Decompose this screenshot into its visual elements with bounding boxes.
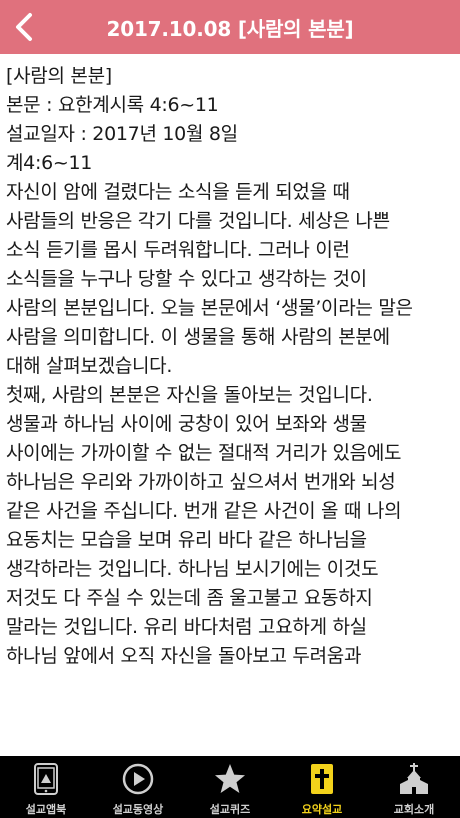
text-line: 계4:6~11 bbox=[6, 152, 93, 174]
text-line: 사람들의 반응은 각기 다를 것입니다. 세상은 나쁜 bbox=[6, 210, 390, 232]
text-line: 사이에는 가까이할 수 없는 절대적 거리가 있음에도 bbox=[6, 442, 402, 464]
text-line: 저것도 다 주실 수 있는데 좀 울고불고 요동하지 bbox=[6, 587, 373, 609]
text-line: 하나님은 우리와 가까이하고 싶으셔서 번개와 뇌성 bbox=[6, 471, 396, 493]
text-line: 본문 : 요한계시록 4:6~11 bbox=[6, 94, 219, 116]
phone-book-icon bbox=[34, 763, 58, 795]
page-title: 2017.10.08 [사람의 본분] bbox=[106, 16, 354, 41]
back-button[interactable] bbox=[6, 9, 42, 45]
text-line: 사람의 본분입니다. 오늘 본문에서 ‘생물’이라는 말은 bbox=[6, 297, 413, 319]
text-line: 사람을 의미합니다. 이 생물을 통해 사람의 본분에 bbox=[6, 326, 390, 348]
tab-summary-sermon[interactable]: 요약설교 bbox=[276, 756, 368, 818]
text-line: 소식 듣기를 몹시 두려워합니다. 그러나 이런 bbox=[6, 239, 350, 261]
text-line: 자신이 암에 걸렸다는 소식을 듣게 되었을 때 bbox=[6, 181, 350, 203]
tab-label: 설교퀴즈 bbox=[209, 803, 251, 816]
tab-label: 설교동영상 bbox=[112, 803, 164, 816]
tab-church-intro[interactable]: 교회소개 bbox=[368, 756, 460, 818]
tab-label: 설교앱북 bbox=[25, 803, 67, 816]
text-line: 요동치는 모습을 보며 유리 바다 같은 하나님을 bbox=[6, 529, 367, 551]
text-line: [사람의 본분] bbox=[6, 65, 112, 87]
text-line: 설교일자 : 2017년 10월 8일 bbox=[6, 123, 238, 145]
chevron-left-icon bbox=[16, 13, 32, 41]
bottom-tab-bar: 설교앱북 설교동영상 설교퀴즈 요약설교 교회소개 bbox=[0, 756, 460, 818]
text-line: 같은 사건을 주십니다. 번개 같은 사건이 올 때 나의 bbox=[6, 500, 402, 522]
text-line: 생각하라는 것입니다. 하나님 보시기에는 이것도 bbox=[6, 558, 379, 580]
sermon-summary-text[interactable]: [사람의 본분] 본문 : 요한계시록 4:6~11 설교일자 : 2017년 … bbox=[6, 62, 456, 756]
text-line: 말라는 것입니다. 유리 바다처럼 고요하게 하실 bbox=[6, 616, 367, 638]
tab-sermon-video[interactable]: 설교동영상 bbox=[92, 756, 184, 818]
tab-sermon-quiz[interactable]: 설교퀴즈 bbox=[184, 756, 276, 818]
header-bar: 2017.10.08 [사람의 본분] bbox=[0, 0, 460, 54]
play-circle-icon bbox=[122, 763, 154, 795]
text-line: 소식들을 누구나 당할 수 있다고 생각하는 것이 bbox=[6, 268, 367, 290]
church-icon bbox=[400, 763, 428, 794]
text-line: 첫째, 사람의 본분은 자신을 돌아보는 것입니다. bbox=[6, 384, 373, 406]
text-line: 생물과 하나님 사이에 궁창이 있어 보좌와 생물 bbox=[6, 413, 367, 435]
cross-book-icon bbox=[311, 764, 333, 794]
star-icon bbox=[215, 764, 245, 793]
tab-label: 요약설교 bbox=[301, 803, 343, 816]
text-line: 대해 살펴보겠습니다. bbox=[6, 355, 173, 377]
tab-label: 교회소개 bbox=[393, 803, 435, 816]
tab-sermon-appbook[interactable]: 설교앱북 bbox=[0, 756, 92, 818]
text-line: 하나님 앞에서 오직 자신을 돌아보고 두려움과 bbox=[6, 645, 362, 667]
